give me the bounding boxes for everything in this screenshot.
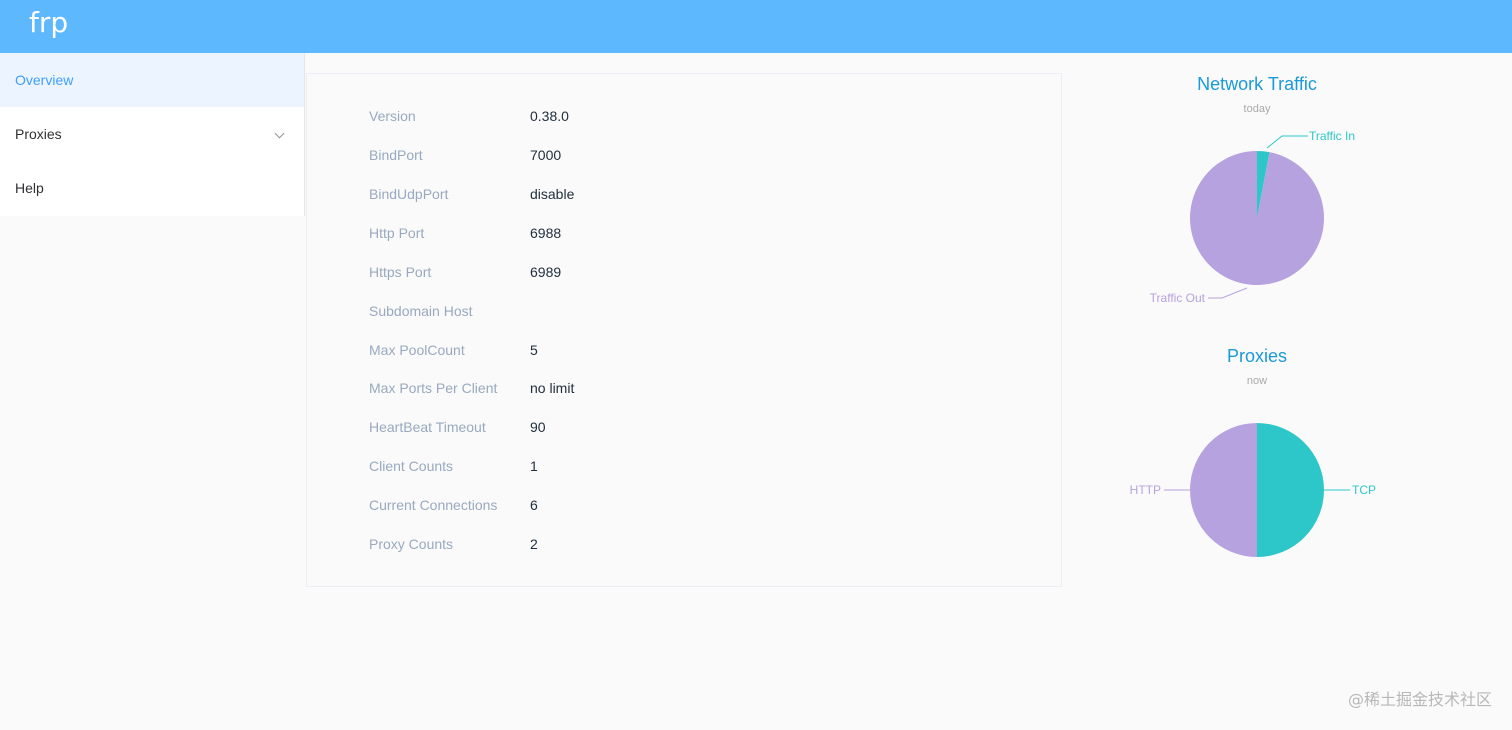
info-row-https-port: Https Port 6989	[369, 264, 969, 284]
info-label: BindPort	[369, 147, 423, 163]
info-label: BindUdpPort	[369, 186, 449, 202]
info-row-http-port: Http Port 6988	[369, 225, 969, 245]
pie-slice-traffic-out[interactable]	[1190, 151, 1324, 285]
info-label: Http Port	[369, 225, 425, 241]
info-label: Max PoolCount	[369, 342, 465, 358]
sidebar-menu: Overview Proxies Help	[0, 53, 305, 216]
info-row-max-poolcount: Max PoolCount 5	[369, 342, 969, 362]
info-row-client-counts: Client Counts 1	[369, 458, 969, 478]
info-value: 6	[530, 497, 538, 513]
proxies-pie: TCP HTTP	[1130, 423, 1376, 557]
server-info-card: Version 0.38.0 BindPort 7000 BindUdpPort…	[306, 73, 1062, 587]
info-label: Subdomain Host	[369, 303, 473, 319]
watermark: @稀土掘金技术社区	[1347, 690, 1492, 709]
proxies-chart: Proxies now TCP HTTP	[1100, 344, 1414, 574]
sidebar-item-overview[interactable]: Overview	[0, 53, 304, 107]
sidebar-item-label: Proxies	[15, 126, 62, 142]
info-label: Https Port	[369, 264, 432, 280]
sidebar-item-label: Overview	[15, 72, 74, 88]
info-label: HeartBeat Timeout	[369, 419, 486, 435]
pie-label: TCP	[1352, 483, 1376, 497]
top-header: frp	[0, 0, 1512, 53]
chart-title: Network Traffic	[1197, 74, 1317, 94]
pie-slice-tcp[interactable]	[1257, 423, 1324, 557]
info-row-version: Version 0.38.0	[369, 108, 969, 128]
info-value: 6988	[530, 225, 562, 241]
info-value: 2	[530, 536, 538, 552]
brand-logo[interactable]: frp	[29, 6, 68, 39]
info-row-current-connections: Current Connections 6	[369, 497, 969, 517]
pie-label: Traffic Out	[1150, 291, 1206, 305]
chart-subtitle: today	[1243, 103, 1271, 115]
info-value: 7000	[530, 147, 562, 163]
info-value: 90	[530, 419, 546, 435]
info-value: 6989	[530, 264, 562, 280]
info-row-proxy-counts: Proxy Counts 2	[369, 536, 969, 556]
network-traffic-chart: Network Traffic today Traffic In Traffic …	[1100, 72, 1414, 322]
chevron-down-icon[interactable]	[274, 128, 285, 139]
pie-label-line	[1208, 287, 1248, 299]
info-value: no limit	[530, 380, 575, 396]
info-label: Client Counts	[369, 458, 454, 474]
info-row-subdomain-host: Subdomain Host	[369, 303, 969, 323]
info-row-max-ports-per-client: Max Ports Per Client no limit	[369, 380, 969, 400]
info-row-bindport: BindPort 7000	[369, 147, 969, 167]
chart-subtitle: now	[1246, 375, 1268, 387]
info-label: Max Ports Per Client	[369, 380, 498, 396]
network-traffic-pie: Traffic In Traffic Out	[1150, 129, 1355, 305]
sidebar-item-help[interactable]: Help	[0, 161, 304, 215]
info-label: Proxy Counts	[369, 536, 454, 552]
pie-label-line	[1266, 135, 1308, 149]
pie-label: HTTP	[1130, 483, 1161, 497]
info-value: 1	[530, 458, 538, 474]
info-value: 0.38.0	[530, 108, 569, 124]
chart-title: Proxies	[1226, 346, 1288, 366]
sidebar-item-proxies[interactable]: Proxies	[0, 107, 304, 161]
pie-label: Traffic In	[1309, 129, 1355, 143]
info-value: 5	[530, 342, 538, 358]
info-label: Version	[369, 108, 416, 124]
sidebar-item-label: Help	[15, 180, 44, 196]
info-row-heartbeat-timeout: HeartBeat Timeout 90	[369, 419, 969, 439]
info-row-bindudpport: BindUdpPort disable	[369, 186, 969, 206]
pie-slice-http[interactable]	[1190, 423, 1257, 557]
info-label: Current Connections	[369, 497, 498, 513]
info-value: disable	[530, 186, 575, 202]
